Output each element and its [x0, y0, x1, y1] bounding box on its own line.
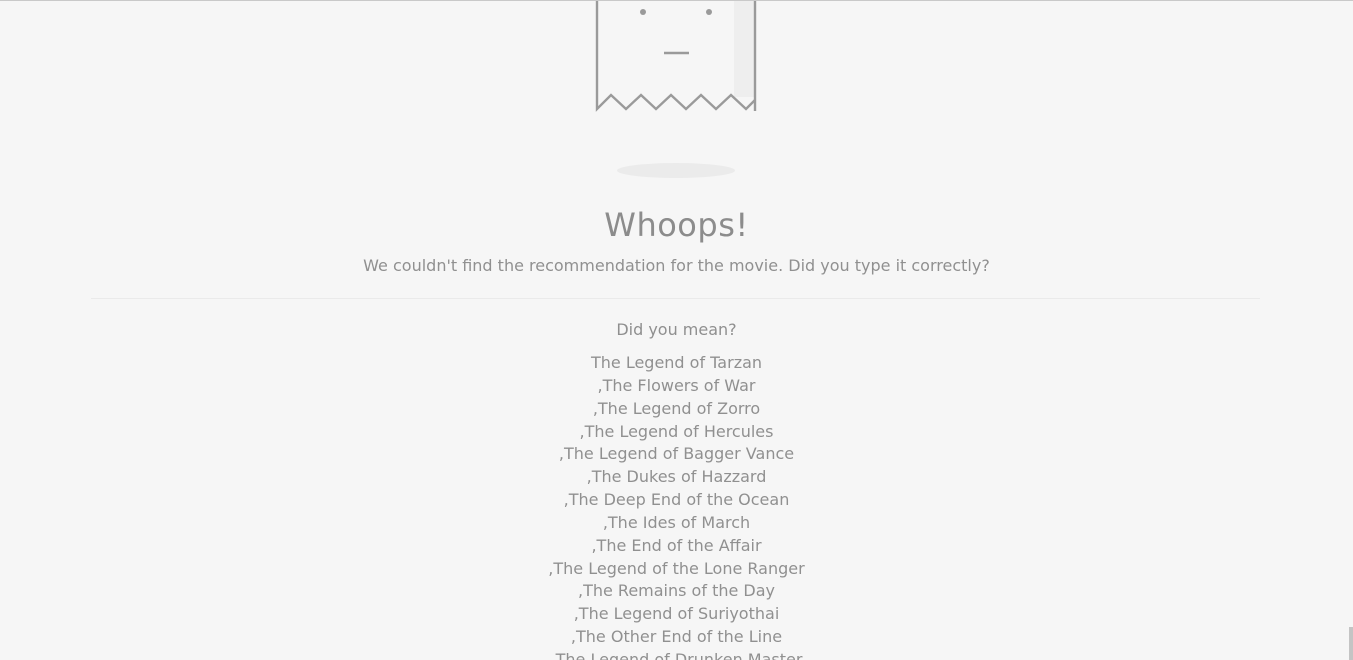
suggestion-item[interactable]: ,The Remains of the Day [0, 580, 1353, 603]
suggestion-item[interactable]: ,The Other End of the Line [0, 626, 1353, 649]
scrollbar-thumb[interactable] [1349, 627, 1353, 660]
suggestion-item[interactable]: ,The Flowers of War [0, 375, 1353, 398]
error-title: Whoops! [604, 206, 749, 244]
suggestion-item[interactable]: ,The Ides of March [0, 512, 1353, 535]
suggestion-item[interactable]: ,The Legend of Suriyothai [0, 603, 1353, 626]
error-page: Whoops! We couldn't find the recommendat… [0, 0, 1353, 660]
suggestions-heading: Did you mean? [616, 320, 737, 339]
suggestion-item[interactable]: ,The Deep End of the Ocean [0, 489, 1353, 512]
suggestion-item[interactable]: ,The Dukes of Hazzard [0, 466, 1353, 489]
suggestion-item[interactable]: ,The Legend of Drunken Master [0, 649, 1353, 660]
suggestion-item[interactable]: ,The Legend of Zorro [0, 398, 1353, 421]
suggestion-item[interactable]: ,The End of the Affair [0, 535, 1353, 558]
suggestion-item[interactable]: ,The Legend of Bagger Vance [0, 443, 1353, 466]
illustration-shadow [617, 163, 735, 178]
error-message: We couldn't find the recommendation for … [363, 256, 990, 275]
suggestion-item[interactable]: ,The Legend of Hercules [0, 421, 1353, 444]
suggestion-item[interactable]: ,The Legend of the Lone Ranger [0, 558, 1353, 581]
divider [91, 298, 1260, 299]
sad-receipt-icon [595, 1, 757, 112]
suggestions-list: The Legend of Tarzan ,The Flowers of War… [0, 352, 1353, 660]
suggestion-item[interactable]: The Legend of Tarzan [0, 352, 1353, 375]
